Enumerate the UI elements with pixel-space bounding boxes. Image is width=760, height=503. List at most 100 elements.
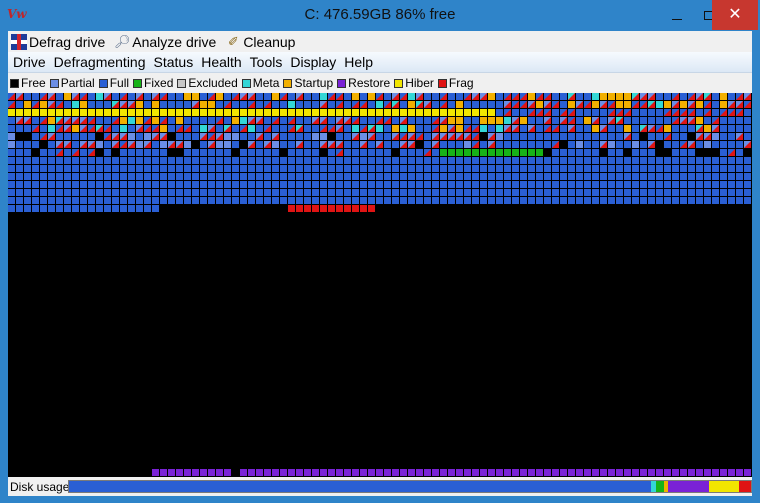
cluster-cell	[80, 149, 87, 156]
analyze-drive-button[interactable]: 🔎︎ Analyze drive	[114, 32, 216, 52]
cluster-cell	[152, 181, 159, 188]
cluster-cell	[496, 141, 503, 148]
menu-help[interactable]: Help	[344, 54, 373, 70]
cluster-cell	[464, 197, 471, 204]
cluster-cell	[72, 133, 79, 140]
cluster-cell	[24, 173, 31, 180]
cluster-cell	[264, 173, 271, 180]
cluster-cell	[136, 117, 143, 124]
cluster-cell	[200, 109, 207, 116]
menu-health[interactable]: Health	[201, 54, 241, 70]
cluster-cell	[264, 189, 271, 196]
cluster-cell	[144, 173, 151, 180]
cluster-cell	[304, 101, 311, 108]
legend-label: Restore	[348, 76, 391, 90]
cluster-cell	[584, 157, 591, 164]
cluster-cell	[368, 205, 375, 212]
cluster-map[interactable]	[8, 93, 752, 477]
cluster-cell	[504, 469, 511, 476]
cluster-cell	[608, 141, 615, 148]
cluster-cell	[744, 125, 751, 132]
cluster-cell	[248, 181, 255, 188]
cluster-cell	[72, 125, 79, 132]
cluster-cell	[336, 189, 343, 196]
cluster-cell	[304, 197, 311, 204]
cluster-cell	[472, 101, 479, 108]
cluster-cell	[344, 149, 351, 156]
cluster-cell	[680, 469, 687, 476]
cluster-cell	[720, 165, 727, 172]
cluster-cell	[160, 109, 167, 116]
cluster-cell	[296, 149, 303, 156]
cluster-cell	[104, 181, 111, 188]
cluster-cell	[392, 197, 399, 204]
cluster-cell	[552, 157, 559, 164]
legend-swatch	[133, 78, 143, 88]
cluster-cell	[48, 141, 55, 148]
cluster-cell	[400, 469, 407, 476]
legend-item-hiber: Hiber	[394, 76, 434, 90]
close-button[interactable]: ✕	[712, 0, 758, 30]
cluster-cell	[544, 469, 551, 476]
cluster-cell	[640, 157, 647, 164]
cluster-cell	[648, 133, 655, 140]
cluster-cell	[64, 189, 71, 196]
cluster-cell	[128, 205, 135, 212]
cluster-cell	[248, 109, 255, 116]
cluster-cell	[456, 173, 463, 180]
cluster-cell	[112, 93, 119, 100]
menu-tools[interactable]: Tools	[250, 54, 283, 70]
cluster-cell	[312, 157, 319, 164]
cluster-cell	[216, 189, 223, 196]
cluster-cell	[552, 469, 559, 476]
cluster-cell	[112, 165, 119, 172]
menu-status[interactable]: Status	[154, 54, 194, 70]
cluster-cell	[120, 157, 127, 164]
cluster-cell	[576, 93, 583, 100]
cluster-cell	[424, 165, 431, 172]
cluster-cell	[480, 165, 487, 172]
cluster-cell	[624, 101, 631, 108]
cluster-cell	[672, 181, 679, 188]
cluster-cell	[352, 125, 359, 132]
menu-display[interactable]: Display	[290, 54, 336, 70]
cluster-cell	[32, 205, 39, 212]
cluster-cell	[672, 133, 679, 140]
cluster-cell	[576, 125, 583, 132]
cluster-cell	[376, 469, 383, 476]
cleanup-button[interactable]: ✐ Cleanup	[225, 32, 296, 52]
cluster-cell	[296, 109, 303, 116]
cluster-cell	[352, 181, 359, 188]
cluster-cell	[640, 197, 647, 204]
cluster-cell	[352, 149, 359, 156]
menu-defragmenting[interactable]: Defragmenting	[54, 54, 146, 70]
cluster-cell	[192, 125, 199, 132]
cluster-cell	[440, 469, 447, 476]
cluster-cell	[344, 181, 351, 188]
cluster-cell	[368, 189, 375, 196]
cluster-cell	[392, 109, 399, 116]
cluster-cell	[744, 197, 751, 204]
cluster-cell	[8, 157, 15, 164]
cluster-cell	[256, 149, 263, 156]
defrag-drive-button[interactable]: Defrag drive	[11, 32, 105, 52]
cluster-cell	[320, 157, 327, 164]
cluster-cell	[312, 181, 319, 188]
cluster-cell	[72, 189, 79, 196]
cluster-cell	[664, 165, 671, 172]
cluster-cell	[104, 157, 111, 164]
cluster-cell	[592, 101, 599, 108]
cluster-cell	[296, 469, 303, 476]
cluster-cell	[472, 149, 479, 156]
cluster-cell	[344, 93, 351, 100]
cluster-cell	[728, 125, 735, 132]
cluster-cell	[24, 125, 31, 132]
minimize-button[interactable]	[661, 0, 693, 30]
cluster-cell	[664, 93, 671, 100]
cluster-cell	[352, 205, 359, 212]
cluster-cell	[616, 469, 623, 476]
cluster-cell	[272, 109, 279, 116]
cluster-cell	[664, 125, 671, 132]
menu-drive[interactable]: Drive	[13, 54, 46, 70]
cluster-cell	[600, 133, 607, 140]
